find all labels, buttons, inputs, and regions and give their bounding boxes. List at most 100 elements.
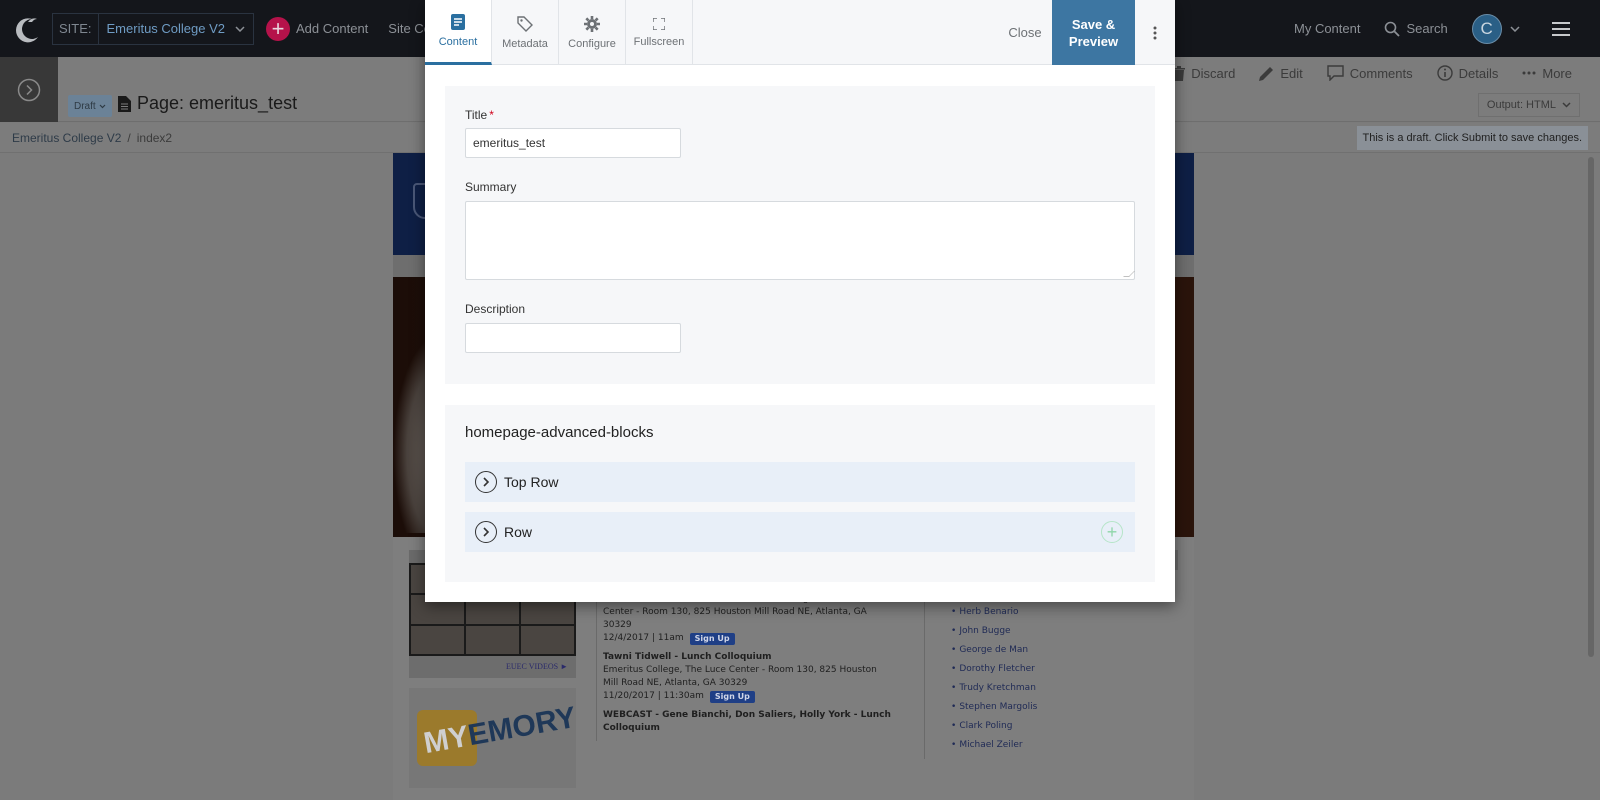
blocks-panel: homepage-advanced-blocks Top Row Row +: [445, 405, 1155, 582]
tab-content[interactable]: Content: [425, 0, 492, 65]
event-item: Tawni Tidwell - Lunch Colloquium Emeritu…: [603, 651, 892, 703]
page-document-icon: [118, 95, 131, 112]
site-selector[interactable]: SITE: Emeritus College V2: [52, 12, 255, 45]
edit-label: Edit: [1280, 65, 1303, 81]
event-title[interactable]: WEBCAST - Gene Bianchi, Don Saliers, Hol…: [603, 709, 892, 735]
metadata-fields-panel: Title* Summary Description: [445, 86, 1155, 384]
details-label: Details: [1458, 65, 1499, 81]
edit-content-modal: Content Metadata Configure Fullscreen Cl…: [425, 0, 1175, 602]
tag-icon: [517, 15, 533, 32]
document-icon: [451, 14, 465, 30]
description-input[interactable]: [465, 323, 681, 353]
status-dropdown[interactable]: Draft: [68, 95, 112, 117]
title-label: Title *: [465, 108, 494, 122]
more-button[interactable]: More: [1522, 66, 1572, 81]
required-indicator: *: [489, 108, 494, 122]
page-title: Page: emeritus_test: [118, 93, 297, 114]
chevron-down-icon: [235, 25, 245, 32]
discard-button[interactable]: Discard: [1173, 65, 1236, 81]
chevron-down-icon: [1562, 102, 1571, 108]
pencil-icon: [1259, 66, 1274, 81]
fullscreen-icon: [653, 17, 665, 30]
summary-label: Summary: [465, 180, 517, 194]
resize-handle-icon[interactable]: [1123, 271, 1135, 277]
block-row-top-row[interactable]: Top Row: [465, 462, 1135, 502]
event-date: 11/20/2017 | 11:30am: [603, 691, 704, 701]
block-row-row[interactable]: Row +: [465, 512, 1135, 552]
chevron-right-circle-icon[interactable]: [475, 521, 497, 543]
myemory-banner[interactable]: MYEMORY: [409, 688, 579, 788]
comment-icon: [1327, 65, 1344, 81]
event-location: Emeritus College, The Luce Center - Room…: [603, 665, 877, 688]
chevron-down-icon: [99, 104, 106, 108]
sign-up-button[interactable]: Sign Up: [689, 632, 735, 645]
comments-label: Comments: [1349, 65, 1413, 81]
page-title-text: Page: emeritus_test: [137, 93, 298, 113]
chevron-right-circle-icon: [17, 78, 41, 101]
block-row-label: Row: [504, 524, 533, 540]
add-content-label: Add Content: [296, 21, 369, 36]
search-icon: [1385, 21, 1401, 37]
instructor-link[interactable]: Stephen Margolis: [951, 702, 1174, 712]
instructor-link[interactable]: John Bugge: [951, 626, 1174, 636]
instructor-link[interactable]: Clark Poling: [951, 721, 1174, 731]
draft-notice: This is a draft. Click Submit to save ch…: [1356, 126, 1588, 150]
chevron-right-circle-icon[interactable]: [475, 471, 497, 493]
comments-button[interactable]: Comments: [1327, 65, 1413, 81]
hamburger-menu-icon[interactable]: [1551, 21, 1570, 36]
add-content-button[interactable]: + Add Content: [266, 16, 369, 41]
search-button[interactable]: Search: [1384, 21, 1448, 37]
instructor-link[interactable]: Michael Zeiler: [951, 740, 1174, 750]
tab-fullscreen[interactable]: Fullscreen: [626, 0, 693, 65]
event-date: 12/4/2017 | 11am: [603, 633, 684, 643]
event-title[interactable]: Tawni Tidwell - Lunch Colloquium: [603, 651, 892, 664]
sidebar-toggle-button[interactable]: [0, 57, 58, 122]
title-input[interactable]: [465, 128, 681, 158]
chevron-down-icon[interactable]: [1510, 25, 1520, 32]
my-content-link[interactable]: My Content: [1294, 21, 1360, 36]
gear-icon: [584, 15, 600, 32]
video-link[interactable]: EUEC VIDEOS ►: [409, 656, 576, 678]
modal-header: Content Metadata Configure Fullscreen Cl…: [425, 0, 1175, 65]
save-preview-button[interactable]: Save & Preview: [1052, 0, 1135, 65]
tab-content-label: Content: [438, 36, 478, 48]
tab-fullscreen-label: Fullscreen: [633, 35, 685, 48]
site-label: SITE:: [53, 13, 99, 44]
breadcrumb-site-link[interactable]: Emeritus College V2: [12, 131, 121, 145]
search-label: Search: [1406, 21, 1448, 36]
output-select-value: Output: HTML: [1486, 99, 1556, 111]
instructor-link[interactable]: Dorothy Fletcher: [951, 664, 1174, 674]
output-select[interactable]: Output: HTML: [1477, 93, 1580, 117]
sign-up-button[interactable]: Sign Up: [709, 690, 755, 703]
summary-textarea[interactable]: [465, 201, 1135, 280]
instructor-link[interactable]: Trudy Kretchman: [951, 683, 1174, 693]
tab-metadata-label: Metadata: [502, 37, 548, 50]
discard-label: Discard: [1191, 65, 1236, 81]
breadcrumb-separator: /: [127, 130, 131, 145]
ellipsis-icon: [1522, 71, 1536, 75]
plus-icon: +: [266, 16, 291, 41]
block-row-label: Top Row: [504, 474, 559, 490]
site-value: Emeritus College V2: [106, 21, 226, 36]
instructor-link[interactable]: Herb Benario: [951, 607, 1174, 617]
more-label: More: [1542, 65, 1572, 81]
breadcrumb-current: index2: [136, 130, 173, 145]
tab-configure[interactable]: Configure: [559, 0, 626, 65]
user-avatar[interactable]: C: [1471, 13, 1502, 44]
page-scrollbar[interactable]: [1588, 157, 1594, 657]
close-button[interactable]: Close: [1000, 0, 1050, 65]
instructors-list: Herb Benario John Bugge George de Man Do…: [939, 607, 1174, 750]
info-icon: [1436, 65, 1453, 81]
details-button[interactable]: Details: [1436, 65, 1499, 81]
cascade-logo-icon[interactable]: [0, 0, 52, 57]
blocks-group-title: homepage-advanced-blocks: [465, 424, 654, 441]
instructor-link[interactable]: George de Man: [951, 645, 1174, 655]
status-label: Draft: [74, 100, 96, 112]
tab-metadata[interactable]: Metadata: [492, 0, 559, 65]
tab-configure-label: Configure: [568, 37, 616, 50]
event-item: WEBCAST - Gene Bianchi, Don Saliers, Hol…: [603, 709, 892, 735]
edit-button[interactable]: Edit: [1259, 65, 1303, 81]
more-options-icon[interactable]: [1135, 0, 1175, 65]
description-label: Description: [465, 302, 526, 316]
add-row-plus-icon[interactable]: +: [1101, 521, 1123, 543]
